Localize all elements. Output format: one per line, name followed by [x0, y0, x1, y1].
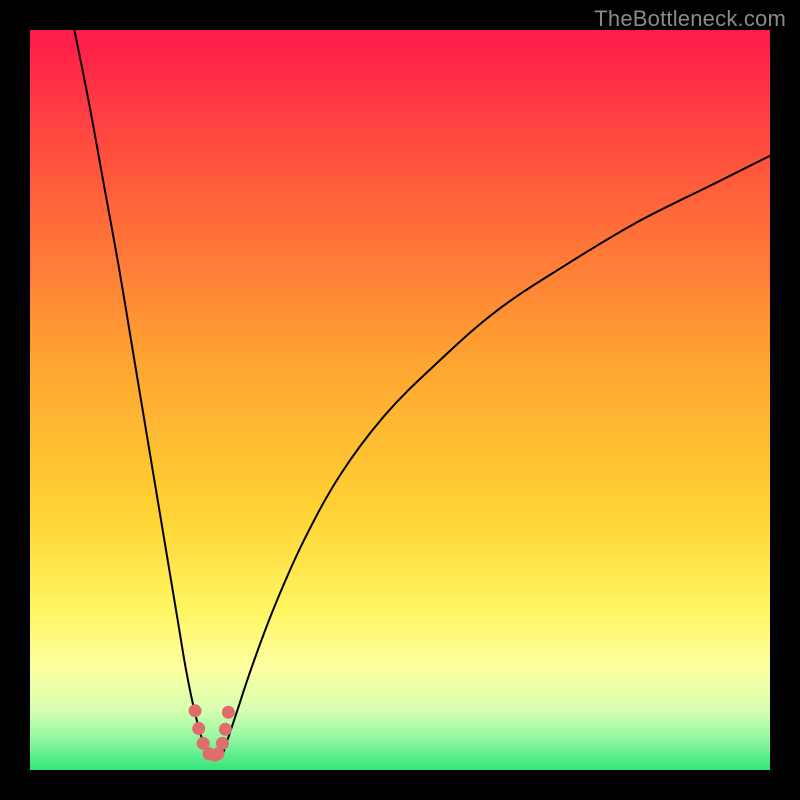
watermark-text: TheBottleneck.com — [594, 6, 786, 32]
dip-dot — [189, 704, 202, 717]
bottleneck-chart — [30, 30, 770, 770]
dip-dot — [219, 723, 232, 736]
dip-dot — [211, 747, 224, 760]
chart-frame — [30, 30, 770, 770]
dip-dot — [222, 706, 235, 719]
dip-dot — [192, 722, 205, 735]
